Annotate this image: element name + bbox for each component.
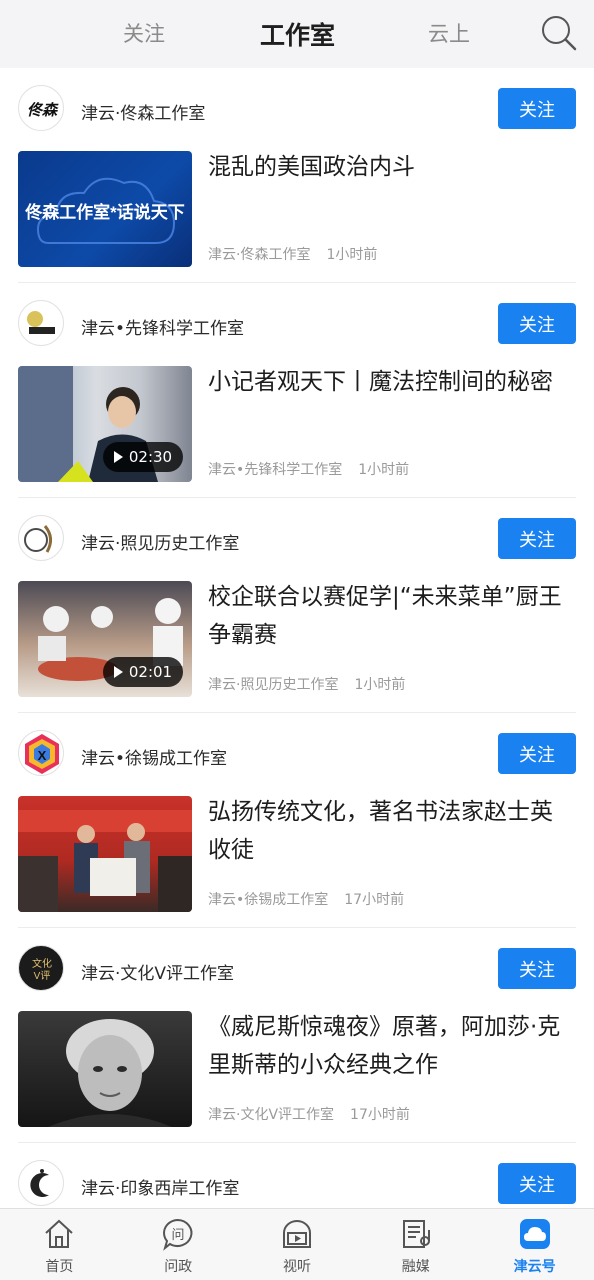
feed-card[interactable]: 津云•先锋科学工作室 关注 02:30 小记者观天下丨魔法控制间的秘密 津云•先…: [18, 283, 576, 498]
svg-text:问: 问: [172, 1227, 185, 1242]
article-title[interactable]: 混乱的美国政治内斗: [208, 148, 574, 186]
feed-card[interactable]: 佟森 津云·佟森工作室 关注 佟森工作室*话说天下 混乱的美国政治内斗 津云·佟…: [18, 68, 576, 283]
article-title[interactable]: 《威尼斯惊魂夜》原著，阿加莎·克里斯蒂的小众经典之作: [208, 1008, 574, 1084]
feed-card[interactable]: 津云·印象西岸工作室 关注: [18, 1143, 576, 1213]
article-meta: 津云•先锋科学工作室 1小时前: [208, 459, 409, 479]
bottom-tab-bar: 首页 问 问政 视听 融媒 津云号: [0, 1208, 594, 1280]
cloud-icon: [519, 1219, 550, 1249]
article-time: 1小时前: [326, 247, 378, 263]
article-time: 17小时前: [350, 1107, 410, 1123]
tab-home[interactable]: 首页: [0, 1209, 119, 1280]
studio-name[interactable]: 津云·照见历史工作室: [81, 529, 239, 554]
search-icon[interactable]: [540, 14, 578, 52]
tab-inquiry[interactable]: 问 问政: [119, 1209, 238, 1280]
article-source: 津云·佟森工作室: [208, 247, 311, 263]
follow-button[interactable]: 关注: [498, 1163, 576, 1204]
video-duration-badge: 02:30: [103, 442, 183, 472]
tab-jinyun-account[interactable]: 津云号: [475, 1209, 594, 1280]
feed-card[interactable]: 津云·照见历史工作室 关注 02:01 校企联合以赛促学|“未来菜单”厨王争霸赛…: [18, 498, 576, 713]
video-duration-badge: 02:01: [103, 657, 183, 687]
video-thumbnail[interactable]: 02:30: [18, 366, 192, 482]
svg-text:X: X: [38, 748, 47, 763]
studio-name[interactable]: 津云•先锋科学工作室: [81, 314, 244, 339]
svg-text:V评: V评: [34, 970, 51, 982]
studio-name[interactable]: 津云·佟森工作室: [81, 99, 205, 124]
article-meta: 津云·文化V评工作室 17小时前: [208, 1104, 410, 1124]
article-source: 津云·文化V评工作室: [208, 1107, 335, 1123]
article-thumbnail[interactable]: [18, 1011, 192, 1127]
follow-button[interactable]: 关注: [498, 733, 576, 774]
article-thumbnail[interactable]: 佟森工作室*话说天下: [18, 151, 192, 267]
tab-following[interactable]: 关注: [123, 18, 165, 48]
feed-card[interactable]: X 津云•徐锡成工作室 关注 弘扬传统文化，著名书法家赵士英收徒 津云•徐锡成工…: [18, 713, 576, 928]
article-time: 1小时前: [358, 462, 410, 478]
studio-avatar[interactable]: 文化 V评: [18, 945, 64, 991]
article-title[interactable]: 小记者观天下丨魔法控制间的秘密: [208, 363, 574, 401]
follow-button[interactable]: 关注: [498, 303, 576, 344]
play-icon: [113, 666, 123, 678]
article-title[interactable]: 校企联合以赛促学|“未来菜单”厨王争霸赛: [208, 578, 574, 654]
follow-button[interactable]: 关注: [498, 518, 576, 559]
studio-name[interactable]: 津云·文化V评工作室: [81, 959, 234, 984]
feed-card[interactable]: 文化 V评 津云·文化V评工作室 关注 《威尼斯惊魂夜》原著，阿加莎·克里斯蒂的…: [18, 928, 576, 1143]
svg-text:文化: 文化: [32, 957, 52, 970]
article-time: 1小时前: [354, 677, 406, 693]
video-thumbnail[interactable]: 02:01: [18, 581, 192, 697]
studio-avatar[interactable]: 佟森: [18, 85, 64, 131]
play-icon: [113, 451, 123, 463]
video-icon: [282, 1220, 311, 1248]
inquiry-icon: 问: [163, 1218, 193, 1251]
svg-text:佟森工作室*话说天下: 佟森工作室*话说天下: [24, 202, 185, 222]
article-time: 17小时前: [344, 892, 405, 908]
article-source: 津云•先锋科学工作室: [208, 462, 343, 478]
studio-avatar[interactable]: [18, 515, 64, 561]
tab-cloud[interactable]: 云上: [428, 18, 470, 48]
tab-studio[interactable]: 工作室: [260, 16, 335, 52]
article-source: 津云•徐锡成工作室: [208, 892, 329, 908]
tab-video[interactable]: 视听: [238, 1209, 357, 1280]
article-source: 津云·照见历史工作室: [208, 677, 339, 693]
studio-avatar[interactable]: [18, 300, 64, 346]
svg-text:佟森: 佟森: [27, 101, 59, 119]
follow-button[interactable]: 关注: [498, 948, 576, 989]
home-icon: [45, 1219, 74, 1248]
tab-media[interactable]: 融媒: [356, 1209, 475, 1280]
studio-avatar[interactable]: [18, 1160, 64, 1206]
studio-name[interactable]: 津云•徐锡成工作室: [81, 744, 227, 769]
studio-feed: 佟森 津云·佟森工作室 关注 佟森工作室*话说天下 混乱的美国政治内斗 津云·佟…: [0, 68, 594, 1213]
article-meta: 津云•徐锡成工作室 17小时前: [208, 889, 404, 909]
studio-avatar[interactable]: X: [18, 730, 64, 776]
article-meta: 津云·照见历史工作室 1小时前: [208, 674, 405, 694]
article-meta: 津云·佟森工作室 1小时前: [208, 244, 377, 264]
article-title[interactable]: 弘扬传统文化，著名书法家赵士英收徒: [208, 793, 574, 869]
top-nav: 关注 工作室 云上: [0, 0, 594, 68]
newspaper-icon: [402, 1220, 430, 1248]
follow-button[interactable]: 关注: [498, 88, 576, 129]
article-thumbnail[interactable]: [18, 796, 192, 912]
studio-name[interactable]: 津云·印象西岸工作室: [81, 1174, 239, 1199]
